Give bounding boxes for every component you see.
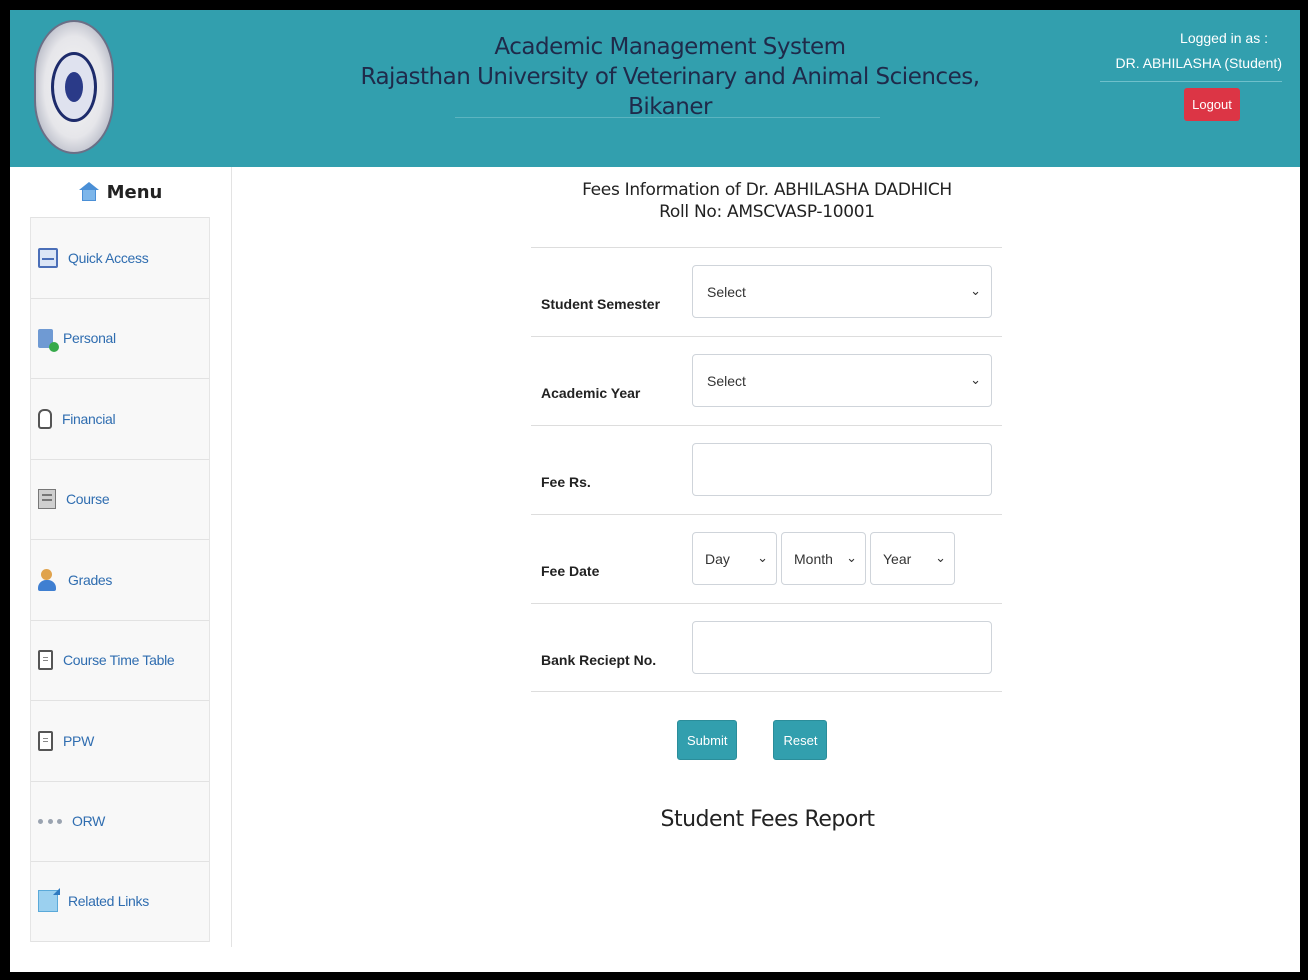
user-info: Logged in as : DR. ABHILASHA (Student) L…	[1082, 28, 1282, 121]
sidebar-item-orw[interactable]: ORW	[31, 780, 209, 861]
sidebar-item-quick-access[interactable]: Quick Access	[31, 217, 209, 298]
sidebar-item-related-links[interactable]: Related Links	[31, 861, 209, 942]
personal-icon	[38, 328, 59, 352]
year-select-value: Year	[883, 551, 912, 567]
day-select-value: Day	[705, 551, 730, 567]
month-select[interactable]: Month ⌄	[781, 532, 866, 585]
semester-select-value: Select	[707, 284, 746, 300]
fees-form: Student Semester Select ⌄ Academic Year …	[531, 247, 1002, 692]
ppw-icon	[38, 730, 53, 751]
academic-year-select-value: Select	[707, 373, 746, 389]
fees-report-title: Student Fees Report	[660, 807, 875, 832]
menu-list: Quick Access Personal Financial Course G…	[30, 217, 210, 942]
user-divider	[1100, 81, 1282, 82]
sidebar-item-ppw[interactable]: PPW	[31, 700, 209, 781]
chevron-down-icon: ⌄	[757, 551, 768, 566]
quick-access-icon	[38, 247, 58, 268]
sidebar-item-label: Financial	[62, 410, 116, 427]
reset-button[interactable]: Reset	[773, 720, 828, 760]
form-row-fee-date: Fee Date Day ⌄ Month ⌄ Year ⌄	[531, 514, 1002, 603]
fee-date-label: Fee Date	[541, 563, 600, 579]
sidebar-item-personal[interactable]: Personal	[31, 297, 209, 378]
header: Academic Management System Rajasthan Uni…	[10, 10, 1300, 167]
grades-icon	[38, 568, 58, 591]
financial-icon	[38, 408, 52, 429]
sidebar-item-label: Grades	[68, 571, 113, 588]
fees-info-roll-no: Roll No: AMSCVASP-10001	[659, 202, 875, 222]
fees-info-student: Fees Information of Dr. ABHILASHA DADHIC…	[582, 180, 952, 200]
sidebar-item-label: Course	[66, 491, 110, 508]
sidebar-item-label: Related Links	[68, 893, 149, 910]
chevron-down-icon: ⌄	[970, 373, 981, 388]
site-title: Academic Management System Rajasthan Uni…	[350, 32, 990, 122]
chevron-down-icon: ⌄	[970, 284, 981, 299]
fee-label: Fee Rs.	[541, 474, 591, 490]
form-row-fee: Fee Rs.	[531, 425, 1002, 514]
sidebar-item-label: Quick Access	[68, 249, 149, 266]
home-icon	[78, 182, 99, 202]
form-row-bank-receipt: Bank Reciept No.	[531, 603, 1002, 692]
title-divider	[455, 117, 880, 118]
course-icon	[38, 489, 56, 510]
form-row-semester: Student Semester Select ⌄	[531, 247, 1002, 336]
chevron-down-icon: ⌄	[846, 551, 857, 566]
semester-select[interactable]: Select ⌄	[692, 265, 992, 318]
semester-label: Student Semester	[541, 296, 661, 312]
form-buttons: Submit Reset	[677, 720, 828, 760]
bank-receipt-label: Bank Reciept No.	[541, 652, 657, 668]
academic-year-label: Academic Year	[541, 385, 641, 401]
form-row-academic-year: Academic Year Select ⌄	[531, 336, 1002, 425]
fee-input[interactable]	[692, 443, 992, 496]
sidebar-item-label: PPW	[63, 732, 94, 749]
site-title-line1: Academic Management System	[494, 34, 846, 60]
day-select[interactable]: Day ⌄	[692, 532, 777, 585]
sidebar-item-course[interactable]: Course	[31, 458, 209, 539]
menu-label: Menu	[106, 181, 163, 203]
chevron-down-icon: ⌄	[935, 551, 946, 566]
orw-icon	[38, 810, 62, 832]
logo-emblem	[51, 52, 97, 122]
logged-in-label: Logged in as :	[1180, 30, 1268, 46]
academic-year-select[interactable]: Select ⌄	[692, 354, 992, 407]
month-select-value: Month	[794, 551, 833, 567]
sidebar-item-label: Course Time Table	[63, 652, 175, 669]
sidebar-item-financial[interactable]: Financial	[31, 378, 209, 459]
logout-button[interactable]: Logout	[1184, 88, 1240, 121]
bank-receipt-input[interactable]	[692, 621, 992, 674]
main-content: Fees Information of Dr. ABHILASHA DADHIC…	[232, 167, 1300, 972]
logged-in-user: DR. ABHILASHA (Student)	[1115, 55, 1282, 71]
sidebar-item-grades[interactable]: Grades	[31, 539, 209, 620]
sidebar: Menu Quick Access Personal Financial Cou…	[10, 167, 232, 947]
related-links-icon	[38, 890, 58, 913]
fees-info-title: Fees Information of Dr. ABHILASHA DADHIC…	[532, 179, 1002, 223]
submit-button[interactable]: Submit	[677, 720, 738, 760]
site-title-line2: Rajasthan University of Veterinary and A…	[360, 64, 980, 120]
sidebar-item-course-time-table[interactable]: Course Time Table	[31, 619, 209, 700]
sidebar-item-label: ORW	[72, 813, 106, 830]
page-frame: Academic Management System Rajasthan Uni…	[10, 10, 1300, 972]
university-logo	[34, 20, 114, 154]
year-select[interactable]: Year ⌄	[870, 532, 955, 585]
sidebar-item-label: Personal	[63, 330, 116, 347]
timetable-icon	[38, 650, 53, 671]
menu-header: Menu	[10, 167, 231, 217]
